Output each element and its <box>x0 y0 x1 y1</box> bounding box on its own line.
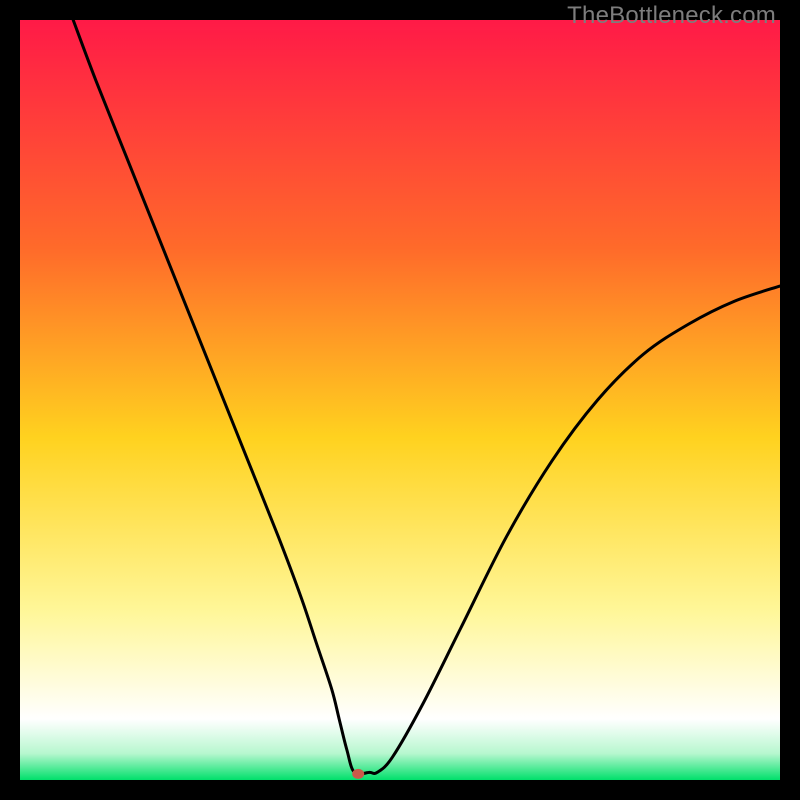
chart-frame <box>20 20 780 780</box>
bottleneck-chart <box>20 20 780 780</box>
watermark-text: TheBottleneck.com <box>567 2 776 30</box>
gradient-background <box>20 20 780 780</box>
optimum-marker <box>352 769 364 779</box>
